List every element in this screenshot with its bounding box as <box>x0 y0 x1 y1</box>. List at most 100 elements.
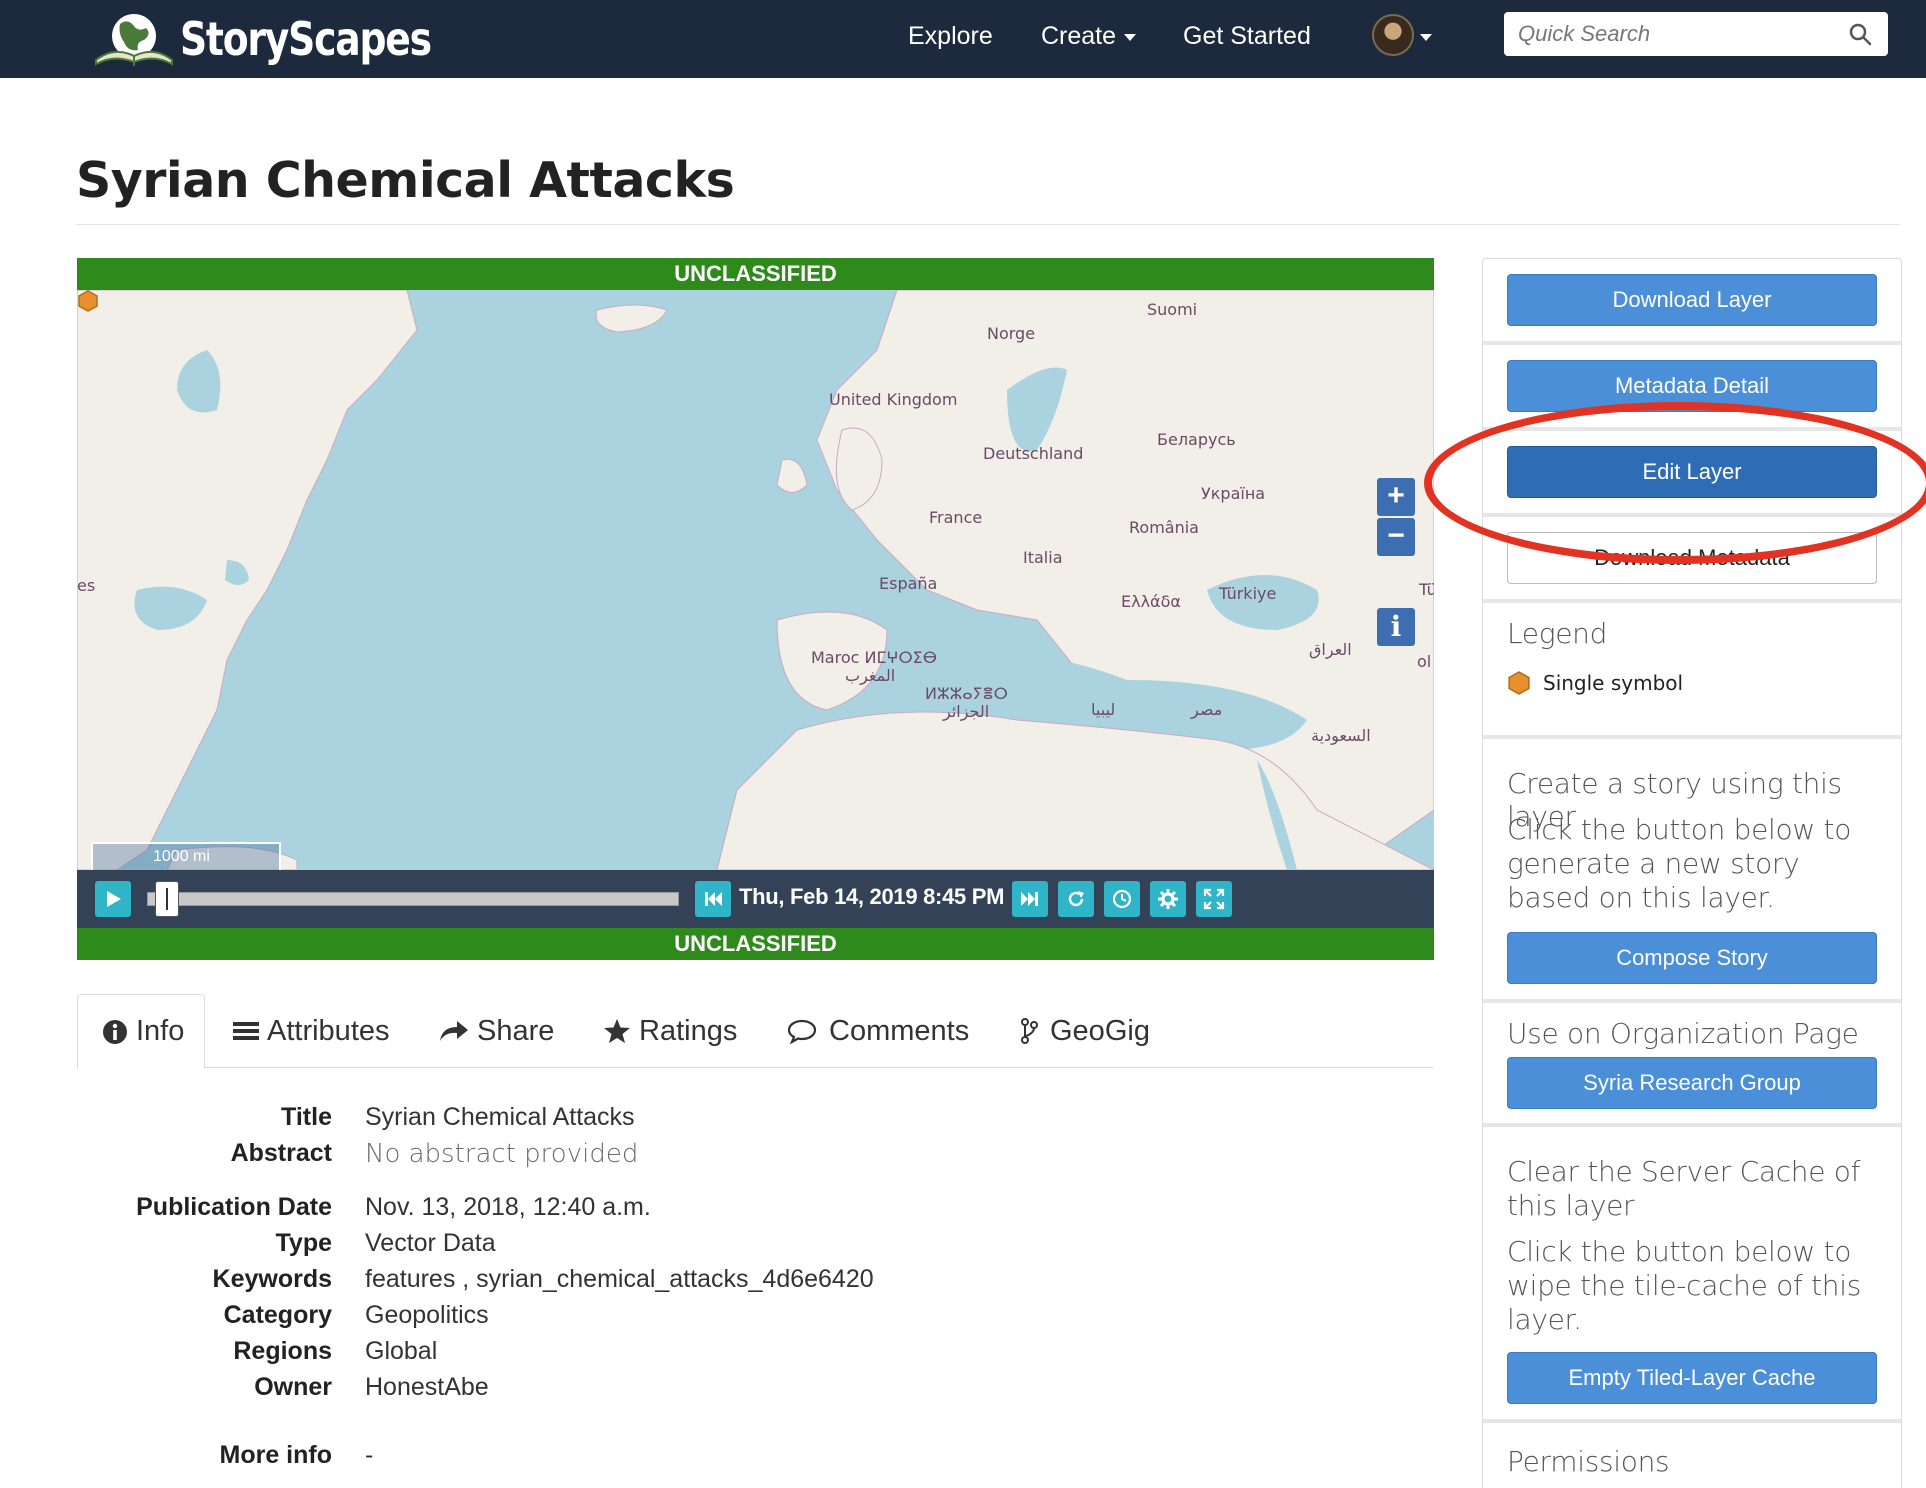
gear-icon <box>1158 889 1178 909</box>
permissions-heading: Permissions <box>1507 1445 1670 1478</box>
classification-banner-top: UNCLASSIFIED <box>77 258 1434 290</box>
divider <box>1483 1123 1901 1127</box>
tab-ratings[interactable]: Ratings <box>603 994 737 1068</box>
settings-button[interactable] <box>1150 881 1186 917</box>
info-circle-icon <box>103 1019 127 1044</box>
brand[interactable]: StoryScapes <box>92 8 486 70</box>
tab-info[interactable]: Info <box>77 994 205 1069</box>
info-value: Syrian Chemical Attacks <box>365 1103 635 1131</box>
metadata-detail-button[interactable]: Metadata Detail <box>1507 360 1877 412</box>
search-input[interactable] <box>1518 20 1838 48</box>
basemap <box>77 290 1434 870</box>
download-metadata-button[interactable]: Download Metadata <box>1507 532 1877 584</box>
refresh-icon <box>1068 891 1084 907</box>
quick-search <box>1504 12 1888 56</box>
map-label: ليبيا <box>1091 700 1116 719</box>
info-value: Nov. 13, 2018, 12:40 a.m. <box>365 1193 651 1221</box>
play-button[interactable] <box>95 881 131 917</box>
map-label: Maroc ⵍⵎⵖⵔⵉⴱ <box>811 648 937 667</box>
nav-explore[interactable]: Explore <box>908 22 993 51</box>
map-label: Suomi <box>1147 300 1198 319</box>
clear-cache-heading: Clear the Server Cache of this layer <box>1507 1155 1861 1222</box>
tab-label: Info <box>136 1015 185 1047</box>
create-story-text: Click the button below to generate a new… <box>1507 813 1852 914</box>
divider <box>1483 1419 1901 1423</box>
map-label: Deutschland <box>983 444 1084 463</box>
tab-label: Comments <box>829 1014 970 1047</box>
book-globe-logo-icon <box>95 14 173 66</box>
loop-button[interactable] <box>1058 881 1094 917</box>
tab-share[interactable]: Share <box>439 994 554 1068</box>
info-value[interactable]: Global <box>365 1337 437 1366</box>
fullscreen-button[interactable] <box>1196 881 1232 917</box>
time-slider[interactable] <box>147 892 679 906</box>
map-label: France <box>929 508 983 527</box>
nav-create-label: Create <box>1041 22 1117 50</box>
brand-name: StoryScapes <box>180 12 432 66</box>
organization-button[interactable]: Syria Research Group <box>1507 1057 1877 1109</box>
tab-label: Ratings <box>639 1014 738 1047</box>
star-icon <box>604 1019 630 1043</box>
tab-label: Share <box>477 1014 555 1047</box>
clock-button[interactable] <box>1104 881 1140 917</box>
layer-actions-sidebar: Download Layer Metadata Detail Edit Laye… <box>1482 258 1902 1488</box>
skip-forward-icon <box>1021 892 1038 906</box>
info-key: Regions <box>233 1337 332 1365</box>
play-icon <box>107 891 121 907</box>
zoom-out-button[interactable]: − <box>1377 518 1415 556</box>
divider <box>76 224 1900 225</box>
skip-forward-button[interactable] <box>1012 881 1048 917</box>
info-value[interactable]: features , syrian_chemical_attacks_4d6e6… <box>365 1265 874 1294</box>
empty-cache-button[interactable]: Empty Tiled-Layer Cache <box>1507 1352 1877 1404</box>
info-value: No abstract provided <box>365 1139 639 1169</box>
map-feature-marker[interactable] <box>77 290 99 312</box>
playback-bar: Thu, Feb 14, 2019 8:45 PM <box>77 870 1434 928</box>
map-label: España <box>879 574 938 593</box>
caret-down-icon[interactable] <box>1420 34 1432 41</box>
tab-geogig[interactable]: GeoGig <box>1020 994 1150 1068</box>
zoom-in-button[interactable]: + <box>1377 478 1415 516</box>
avatar[interactable] <box>1372 14 1414 56</box>
map-info-button[interactable]: i <box>1377 608 1415 646</box>
info-key: Publication Date <box>136 1193 332 1221</box>
info-value[interactable]: Geopolitics <box>365 1301 489 1330</box>
legend-heading: Legend <box>1507 617 1608 650</box>
compose-story-button[interactable]: Compose Story <box>1507 932 1877 984</box>
map-label: مصر <box>1191 700 1223 719</box>
map-label: العراق <box>1309 640 1352 659</box>
edit-layer-button[interactable]: Edit Layer <box>1507 446 1877 498</box>
map-label: United Kingdom <box>829 390 958 409</box>
map-label: الجزائر <box>943 702 990 721</box>
info-value[interactable]: HonestAbe <box>365 1373 489 1402</box>
download-layer-button[interactable]: Download Layer <box>1507 274 1877 326</box>
hexagon-symbol-icon <box>1508 671 1530 695</box>
legend-item-label: Single symbol <box>1543 671 1684 695</box>
search-icon[interactable] <box>1848 22 1872 46</box>
top-navbar: StoryScapes Explore Create Get Started <box>0 0 1926 78</box>
info-key: Owner <box>254 1373 332 1401</box>
time-slider-handle[interactable] <box>155 881 180 917</box>
map-label: Ελλάδα <box>1121 592 1181 611</box>
map-label: Tü <box>1419 580 1434 599</box>
skip-back-button[interactable] <box>695 881 731 917</box>
info-key: Title <box>281 1103 332 1131</box>
info-key: Category <box>223 1301 332 1329</box>
nav-get-started[interactable]: Get Started <box>1183 22 1311 51</box>
nav-create[interactable]: Create <box>1041 22 1137 51</box>
current-datetime: Thu, Feb 14, 2019 8:45 PM <box>739 884 1005 909</box>
map-label: ⵍⵣⵣⴰⵢⴻⵔ <box>925 684 1008 703</box>
tab-comments[interactable]: Comments <box>787 994 969 1068</box>
divider <box>1483 513 1901 517</box>
caret-down-icon <box>1124 33 1137 41</box>
map-canvas[interactable]: Suomi Norge United Kingdom Беларусь Deut… <box>77 290 1434 870</box>
map-label: ol <box>1417 652 1432 671</box>
map-label: السعودية <box>1311 726 1371 745</box>
tab-attributes[interactable]: Attributes <box>233 994 390 1068</box>
map-label: Norge <box>987 324 1036 343</box>
page-title: Syrian Chemical Attacks <box>76 152 735 209</box>
legend-item: Single symbol <box>1507 671 1683 695</box>
info-key: More info <box>219 1441 333 1469</box>
share-icon <box>440 1021 468 1041</box>
classification-banner-bottom: UNCLASSIFIED <box>77 928 1434 960</box>
detail-tabs: Info Attributes Share Ratings Comments G… <box>77 994 1434 1069</box>
